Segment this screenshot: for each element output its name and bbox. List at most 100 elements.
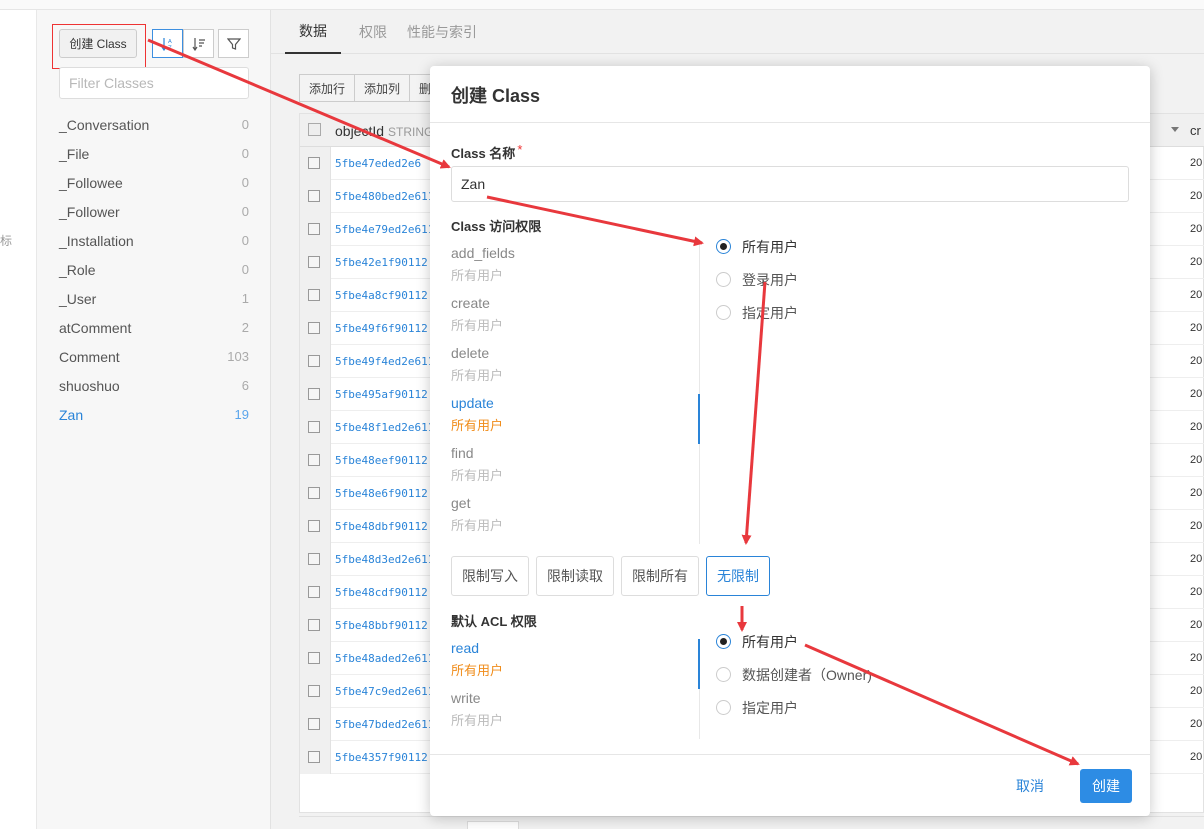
row-checkbox[interactable]	[308, 223, 320, 235]
radio-acl-owner[interactable]: 数据创建者（Owner)	[716, 658, 872, 691]
row-checkbox-cell	[300, 510, 331, 543]
acl-value: 所有用户	[451, 663, 504, 678]
row-checkbox[interactable]	[308, 322, 320, 334]
row-checkbox[interactable]	[308, 454, 320, 466]
class-item-user[interactable]: _User 1	[59, 284, 249, 313]
radio-button[interactable]	[716, 700, 731, 715]
object-id-cell[interactable]: 5fbe42e1f90112	[335, 256, 428, 269]
limit-read-button[interactable]: 限制读取	[536, 556, 614, 596]
class-name-input[interactable]	[451, 166, 1129, 202]
row-checkbox[interactable]	[308, 718, 320, 730]
class-item-follower[interactable]: _Follower 0	[59, 197, 249, 226]
class-item-conversation[interactable]: _Conversation 0	[59, 110, 249, 139]
row-checkbox[interactable]	[308, 619, 320, 631]
object-id-cell[interactable]: 5fbe49f6f90112	[335, 322, 428, 335]
class-item-followee[interactable]: _Followee 0	[59, 168, 249, 197]
permission-delete[interactable]: delete 所有用户	[451, 344, 700, 394]
radio-logged-in-users[interactable]: 登录用户	[716, 263, 798, 296]
tab-permissions[interactable]: 权限	[359, 10, 397, 54]
create-button[interactable]: 创建	[1080, 769, 1132, 803]
object-id-cell[interactable]: 5fbe47bded2e611	[335, 718, 434, 731]
filter-button[interactable]	[218, 29, 249, 58]
radio-all-users[interactable]: 所有用户	[716, 230, 798, 263]
tab-data[interactable]: 数据	[285, 10, 341, 54]
row-checkbox[interactable]	[308, 487, 320, 499]
created-at-cell: 20	[1190, 157, 1203, 169]
row-checkbox[interactable]	[308, 157, 320, 169]
class-item-shuoshuo[interactable]: shuoshuo 6	[59, 371, 249, 400]
page-size-select[interactable]	[467, 821, 519, 829]
column-header-objectid[interactable]: objectId STRING	[335, 123, 433, 139]
row-checkbox[interactable]	[308, 421, 320, 433]
acl-write[interactable]: write 所有用户	[451, 689, 700, 739]
radio-button[interactable]	[716, 239, 731, 254]
object-id-cell[interactable]: 5fbe4a8cf90112	[335, 289, 428, 302]
class-name: _Conversation	[59, 116, 150, 133]
object-id-cell[interactable]: 5fbe49f4ed2e611	[335, 355, 434, 368]
radio-button[interactable]	[716, 272, 731, 287]
column-header-createdat[interactable]: cr	[1190, 123, 1201, 138]
row-checkbox[interactable]	[308, 553, 320, 565]
tab-performance-index[interactable]: 性能与索引	[407, 10, 487, 54]
class-item-installation[interactable]: _Installation 0	[59, 226, 249, 255]
row-checkbox[interactable]	[308, 652, 320, 664]
row-checkbox[interactable]	[308, 586, 320, 598]
limit-all-button[interactable]: 限制所有	[621, 556, 699, 596]
permission-name: update	[451, 395, 494, 411]
row-checkbox[interactable]	[308, 289, 320, 301]
row-checkbox[interactable]	[308, 355, 320, 367]
filter-classes-input[interactable]	[59, 67, 249, 99]
object-id-cell[interactable]: 5fbe495af90112	[335, 388, 428, 401]
permission-update[interactable]: update 所有用户	[451, 394, 700, 444]
object-id-cell[interactable]: 5fbe4357f90112	[335, 751, 428, 764]
class-name: shuoshuo	[59, 377, 120, 394]
row-checkbox[interactable]	[308, 520, 320, 532]
class-item-atcomment[interactable]: atComment 2	[59, 313, 249, 342]
radio-button[interactable]	[716, 667, 731, 682]
radio-specified-users[interactable]: 指定用户	[716, 296, 798, 329]
radio-acl-all-users[interactable]: 所有用户	[716, 625, 872, 658]
permission-create[interactable]: create 所有用户	[451, 294, 700, 344]
object-id-cell[interactable]: 5fbe48e6f90112	[335, 487, 428, 500]
permission-add-fields[interactable]: add_fields 所有用户	[451, 244, 700, 294]
acl-read[interactable]: read 所有用户	[451, 639, 700, 689]
radio-button[interactable]	[716, 305, 731, 320]
create-class-button[interactable]: 创建 Class	[59, 29, 137, 58]
class-count: 19	[234, 407, 249, 422]
permission-find[interactable]: find 所有用户	[451, 444, 700, 494]
class-item-comment[interactable]: Comment 103	[59, 342, 249, 371]
add-row-button[interactable]: 添加行	[299, 74, 356, 102]
class-item-role[interactable]: _Role 0	[59, 255, 249, 284]
object-id-cell[interactable]: 5fbe47c9ed2e611	[335, 685, 434, 698]
add-column-button[interactable]: 添加列	[355, 74, 411, 102]
no-limit-button[interactable]: 无限制	[706, 556, 770, 596]
row-checkbox[interactable]	[308, 751, 320, 763]
object-id-cell[interactable]: 5fbe480bed2e611	[335, 190, 434, 203]
row-checkbox[interactable]	[308, 256, 320, 268]
radio-button[interactable]	[716, 634, 731, 649]
object-id-cell[interactable]: 5fbe48d3ed2e611	[335, 553, 434, 566]
select-all-checkbox[interactable]	[308, 123, 321, 136]
row-checkbox[interactable]	[308, 190, 320, 202]
object-id-cell[interactable]: 5fbe48f1ed2e611	[335, 421, 434, 434]
class-item-file[interactable]: _File 0	[59, 139, 249, 168]
object-id-cell[interactable]: 5fbe48bbf90112	[335, 619, 428, 632]
object-id-cell[interactable]: 5fbe48aded2e611	[335, 652, 434, 665]
object-id-cell[interactable]: 5fbe4e79ed2e611	[335, 223, 434, 236]
object-id-cell[interactable]: 5fbe47eded2e6	[335, 157, 421, 170]
column-menu-caret-icon[interactable]	[1171, 127, 1179, 132]
row-checkbox[interactable]	[308, 685, 320, 697]
object-id-cell[interactable]: 5fbe48dbf90112	[335, 520, 428, 533]
permission-get[interactable]: get 所有用户	[451, 494, 700, 544]
row-checkbox[interactable]	[308, 388, 320, 400]
sort-alpha-button[interactable]: AZ	[152, 29, 183, 58]
permission-value: 所有用户	[451, 268, 504, 283]
cancel-button[interactable]: 取消	[1016, 769, 1044, 803]
limit-write-button[interactable]: 限制写入	[451, 556, 529, 596]
radio-acl-specified-users[interactable]: 指定用户	[716, 691, 872, 724]
object-id-cell[interactable]: 5fbe48cdf90112	[335, 586, 428, 599]
object-id-cell[interactable]: 5fbe48eef90112	[335, 454, 428, 467]
row-checkbox-cell	[300, 345, 331, 378]
sort-count-button[interactable]	[183, 29, 214, 58]
class-item-zan[interactable]: Zan 19	[59, 400, 249, 429]
